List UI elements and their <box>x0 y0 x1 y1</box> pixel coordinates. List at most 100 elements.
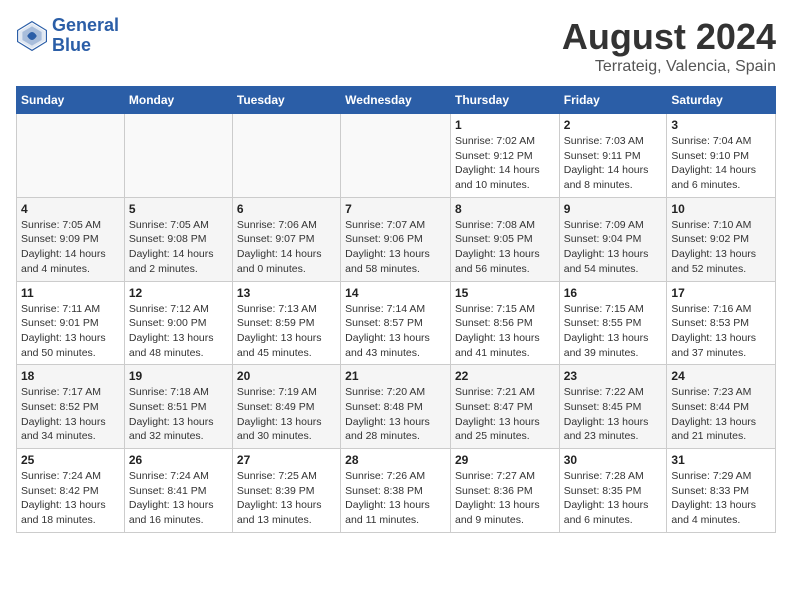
day-number: 29 <box>455 453 555 467</box>
calendar-cell: 5 Sunrise: 7:05 AMSunset: 9:08 PMDaylight… <box>124 197 232 281</box>
day-info: Sunrise: 7:11 AMSunset: 9:01 PMDaylight:… <box>21 302 120 361</box>
day-info: Sunrise: 7:02 AMSunset: 9:12 PMDaylight:… <box>455 134 555 193</box>
day-number: 6 <box>237 202 336 216</box>
calendar-cell: 18 Sunrise: 7:17 AMSunset: 8:52 PMDayligh… <box>17 365 125 449</box>
day-number: 14 <box>345 286 446 300</box>
day-info: Sunrise: 7:15 AMSunset: 8:56 PMDaylight:… <box>455 302 555 361</box>
day-number: 1 <box>455 118 555 132</box>
main-title: August 2024 <box>562 16 776 58</box>
day-info: Sunrise: 7:18 AMSunset: 8:51 PMDaylight:… <box>129 385 228 444</box>
day-info: Sunrise: 7:22 AMSunset: 8:45 PMDaylight:… <box>564 385 663 444</box>
day-info: Sunrise: 7:09 AMSunset: 9:04 PMDaylight:… <box>564 218 663 277</box>
page-header: General Blue August 2024 Terrateig, Vale… <box>16 16 776 76</box>
calendar-cell: 19 Sunrise: 7:18 AMSunset: 8:51 PMDayligh… <box>124 365 232 449</box>
day-info: Sunrise: 7:23 AMSunset: 8:44 PMDaylight:… <box>671 385 771 444</box>
calendar-cell: 29 Sunrise: 7:27 AMSunset: 8:36 PMDayligh… <box>450 449 559 533</box>
calendar-cell: 10Sunrise: 7:10 AMSunset: 9:02 PMDayligh… <box>667 197 776 281</box>
day-number: 15 <box>455 286 555 300</box>
day-info: Sunrise: 7:05 AMSunset: 9:08 PMDaylight:… <box>129 218 228 277</box>
calendar-cell: 7 Sunrise: 7:07 AMSunset: 9:06 PMDaylight… <box>341 197 451 281</box>
calendar-cell: 13Sunrise: 7:13 AMSunset: 8:59 PMDayligh… <box>232 281 340 365</box>
calendar-cell: 22 Sunrise: 7:21 AMSunset: 8:47 PMDayligh… <box>450 365 559 449</box>
header-saturday: Saturday <box>667 87 776 114</box>
header-thursday: Thursday <box>450 87 559 114</box>
calendar-cell: 23 Sunrise: 7:22 AMSunset: 8:45 PMDayligh… <box>559 365 667 449</box>
calendar-cell: 21 Sunrise: 7:20 AMSunset: 8:48 PMDayligh… <box>341 365 451 449</box>
calendar-cell: 9 Sunrise: 7:09 AMSunset: 9:04 PMDaylight… <box>559 197 667 281</box>
calendar-cell: 16 Sunrise: 7:15 AMSunset: 8:55 PMDayligh… <box>559 281 667 365</box>
day-info: Sunrise: 7:19 AMSunset: 8:49 PMDaylight:… <box>237 385 336 444</box>
day-number: 26 <box>129 453 228 467</box>
day-number: 18 <box>21 369 120 383</box>
day-number: 17 <box>671 286 771 300</box>
calendar-cell: 26 Sunrise: 7:24 AMSunset: 8:41 PMDayligh… <box>124 449 232 533</box>
day-info: Sunrise: 7:26 AMSunset: 8:38 PMDaylight:… <box>345 469 446 528</box>
day-info: Sunrise: 7:04 AMSunset: 9:10 PMDaylight:… <box>671 134 771 193</box>
calendar-cell: 1 Sunrise: 7:02 AMSunset: 9:12 PMDaylight… <box>450 114 559 198</box>
day-number: 9 <box>564 202 663 216</box>
calendar-table: SundayMondayTuesdayWednesdayThursdayFrid… <box>16 86 776 533</box>
calendar-cell: 14 Sunrise: 7:14 AMSunset: 8:57 PMDayligh… <box>341 281 451 365</box>
title-block: August 2024 Terrateig, Valencia, Spain <box>562 16 776 76</box>
day-info: Sunrise: 7:24 AMSunset: 8:41 PMDaylight:… <box>129 469 228 528</box>
day-info: Sunrise: 7:15 AMSunset: 8:55 PMDaylight:… <box>564 302 663 361</box>
day-info: Sunrise: 7:20 AMSunset: 8:48 PMDaylight:… <box>345 385 446 444</box>
day-info: Sunrise: 7:08 AMSunset: 9:05 PMDaylight:… <box>455 218 555 277</box>
day-info: Sunrise: 7:03 AMSunset: 9:11 PMDaylight:… <box>564 134 663 193</box>
header-friday: Friday <box>559 87 667 114</box>
day-info: Sunrise: 7:06 AMSunset: 9:07 PMDaylight:… <box>237 218 336 277</box>
calendar-cell: 2Sunrise: 7:03 AMSunset: 9:11 PMDaylight… <box>559 114 667 198</box>
calendar-cell <box>17 114 125 198</box>
day-number: 16 <box>564 286 663 300</box>
day-number: 5 <box>129 202 228 216</box>
day-number: 8 <box>455 202 555 216</box>
logo-text: General Blue <box>52 16 119 56</box>
day-number: 30 <box>564 453 663 467</box>
calendar-cell: 31 Sunrise: 7:29 AMSunset: 8:33 PMDayligh… <box>667 449 776 533</box>
day-number: 7 <box>345 202 446 216</box>
day-info: Sunrise: 7:21 AMSunset: 8:47 PMDaylight:… <box>455 385 555 444</box>
calendar-cell: 3 Sunrise: 7:04 AMSunset: 9:10 PMDaylight… <box>667 114 776 198</box>
day-number: 27 <box>237 453 336 467</box>
header-wednesday: Wednesday <box>341 87 451 114</box>
calendar-cell: 8 Sunrise: 7:08 AMSunset: 9:05 PMDaylight… <box>450 197 559 281</box>
calendar-header-row: SundayMondayTuesdayWednesdayThursdayFrid… <box>17 87 776 114</box>
day-info: Sunrise: 7:12 AMSunset: 9:00 PMDaylight:… <box>129 302 228 361</box>
day-number: 23 <box>564 369 663 383</box>
calendar-week-row: 11 Sunrise: 7:11 AMSunset: 9:01 PMDayligh… <box>17 281 776 365</box>
day-info: Sunrise: 7:17 AMSunset: 8:52 PMDaylight:… <box>21 385 120 444</box>
day-info: Sunrise: 7:25 AMSunset: 8:39 PMDaylight:… <box>237 469 336 528</box>
calendar-cell: 6 Sunrise: 7:06 AMSunset: 9:07 PMDaylight… <box>232 197 340 281</box>
day-number: 12 <box>129 286 228 300</box>
calendar-cell <box>124 114 232 198</box>
calendar-week-row: 25Sunrise: 7:24 AMSunset: 8:42 PMDayligh… <box>17 449 776 533</box>
calendar-week-row: 18 Sunrise: 7:17 AMSunset: 8:52 PMDayligh… <box>17 365 776 449</box>
day-number: 31 <box>671 453 771 467</box>
day-info: Sunrise: 7:29 AMSunset: 8:33 PMDaylight:… <box>671 469 771 528</box>
calendar-cell: 30 Sunrise: 7:28 AMSunset: 8:35 PMDayligh… <box>559 449 667 533</box>
calendar-cell: 24 Sunrise: 7:23 AMSunset: 8:44 PMDayligh… <box>667 365 776 449</box>
day-number: 24 <box>671 369 771 383</box>
day-number: 11 <box>21 286 120 300</box>
calendar-cell: 4Sunrise: 7:05 AMSunset: 9:09 PMDaylight… <box>17 197 125 281</box>
day-number: 21 <box>345 369 446 383</box>
calendar-cell: 27 Sunrise: 7:25 AMSunset: 8:39 PMDayligh… <box>232 449 340 533</box>
header-sunday: Sunday <box>17 87 125 114</box>
day-info: Sunrise: 7:10 AMSunset: 9:02 PMDaylight:… <box>671 218 771 277</box>
day-number: 22 <box>455 369 555 383</box>
day-info: Sunrise: 7:28 AMSunset: 8:35 PMDaylight:… <box>564 469 663 528</box>
day-info: Sunrise: 7:07 AMSunset: 9:06 PMDaylight:… <box>345 218 446 277</box>
day-number: 19 <box>129 369 228 383</box>
day-info: Sunrise: 7:27 AMSunset: 8:36 PMDaylight:… <box>455 469 555 528</box>
calendar-cell: 28 Sunrise: 7:26 AMSunset: 8:38 PMDayligh… <box>341 449 451 533</box>
logo-icon <box>16 20 48 52</box>
day-info: Sunrise: 7:05 AMSunset: 9:09 PMDaylight:… <box>21 218 120 277</box>
day-number: 28 <box>345 453 446 467</box>
calendar-cell <box>341 114 451 198</box>
day-number: 3 <box>671 118 771 132</box>
day-info: Sunrise: 7:16 AMSunset: 8:53 PMDaylight:… <box>671 302 771 361</box>
calendar-cell: 11 Sunrise: 7:11 AMSunset: 9:01 PMDayligh… <box>17 281 125 365</box>
logo: General Blue <box>16 16 119 56</box>
calendar-cell: 20Sunrise: 7:19 AMSunset: 8:49 PMDayligh… <box>232 365 340 449</box>
day-info: Sunrise: 7:14 AMSunset: 8:57 PMDaylight:… <box>345 302 446 361</box>
